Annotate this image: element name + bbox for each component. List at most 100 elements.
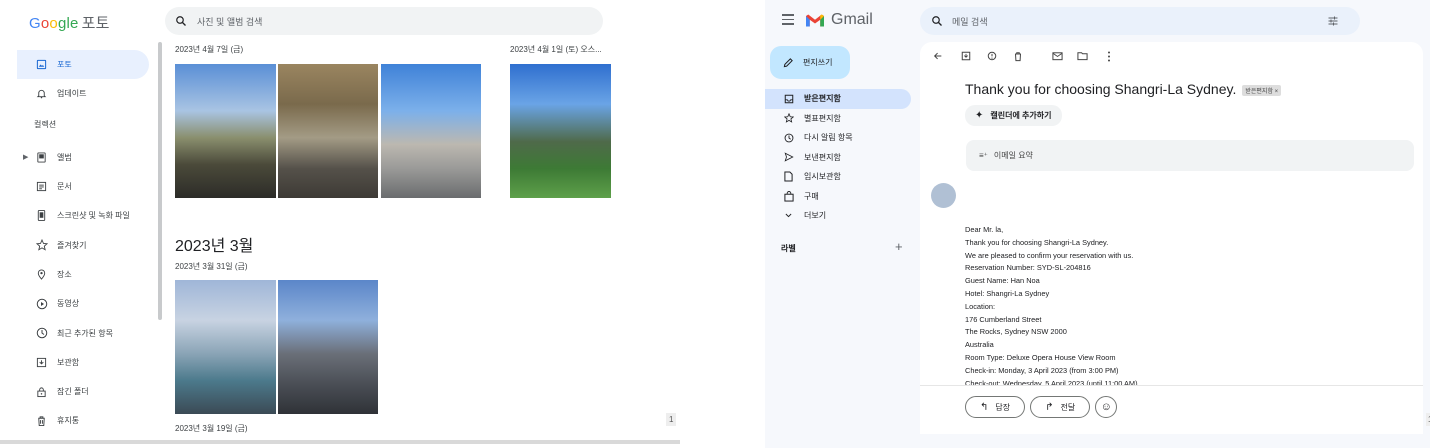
photo-thumbnail[interactable] (381, 64, 481, 198)
archive-icon (35, 356, 48, 369)
sidebar-item-label: 휴지통 (57, 416, 80, 426)
document-icon (35, 180, 48, 193)
sidebar-item-label: 포토 (57, 60, 72, 70)
logo-letter: o (49, 15, 58, 32)
email-body-line: Check-out: Wednesday, 5 April 2023 (unti… (965, 378, 1138, 385)
email-body: Dear Mr. la, Thank you for choosing Shang… (965, 224, 1138, 385)
collections-heading: 컬렉션 (34, 120, 57, 130)
menu-icon[interactable] (782, 14, 794, 28)
gmail-logo-text: Gmail (831, 11, 873, 28)
sidebar-item-label: 구매 (804, 191, 819, 201)
google-photos-logo[interactable]: Google 포토 (29, 12, 110, 33)
sidebar-item-screenshots[interactable]: 스크린샷 및 녹화 파일 (0, 201, 158, 230)
inbox-label-chip[interactable]: 받은편지함 × (1242, 84, 1282, 96)
sidebar-item-label: 임시보관함 (804, 172, 841, 182)
logo-letter: gle (57, 15, 79, 32)
sidebar-item-label: 잠긴 폴더 (57, 387, 89, 397)
gmail-logo[interactable]: Gmail (805, 11, 873, 29)
sidebar-item-archive[interactable]: 보관함 (0, 348, 158, 377)
sidebar-item-label: 보관함 (57, 357, 80, 367)
forward-label: 전달 (1060, 402, 1076, 412)
add-to-calendar-button[interactable]: ✦ 캘린더에 추가하기 (965, 105, 1062, 126)
summarize-email-button[interactable]: ≡⁺ 이메일 요약 (966, 140, 1414, 171)
sidebar-item-documents[interactable]: 문서 (0, 172, 158, 201)
sidebar-item-inbox[interactable]: 받은편지함 (765, 89, 911, 109)
zoom-indicator: 1 (666, 413, 677, 426)
report-spam-icon[interactable] (986, 50, 998, 62)
date-heading: 2023년 3월 31일 (금) (175, 262, 248, 271)
email-body-line: Location: (965, 301, 995, 311)
lock-icon (35, 385, 48, 398)
horizontal-scrollbar[interactable] (0, 440, 680, 444)
sidebar-item-label: 최근 추가된 항목 (57, 328, 113, 338)
reply-button[interactable]: ↰ 답장 (965, 396, 1026, 418)
sidebar-item-label: 장소 (57, 269, 72, 279)
sidebar-item-snoozed[interactable]: 다시 알림 항목 (765, 128, 915, 148)
photos-sidebar: 포토 업데이트 컬렉션 ▶ 앨범 문서 스크린샷 및 녹화 파일 즐겨찾기 장소 (0, 50, 158, 436)
sender-avatar[interactable] (931, 183, 956, 208)
mark-unread-icon[interactable] (1051, 50, 1063, 62)
sidebar-item-videos[interactable]: 동영상 (0, 289, 158, 318)
sidebar-item-sent[interactable]: 보낸편지함 (765, 148, 915, 168)
forward-button[interactable]: ↱ 전달 (1030, 396, 1091, 418)
move-to-icon[interactable] (1076, 50, 1088, 62)
sidebar-item-photos[interactable]: 포토 (17, 50, 149, 80)
sidebar-item-purchases[interactable]: 구매 (765, 187, 915, 207)
sidebar-item-recently-added[interactable]: 최근 추가된 항목 (0, 318, 158, 347)
sidebar-item-label: 다시 알림 항목 (804, 133, 853, 143)
inbox-icon (783, 94, 794, 104)
gmail-sidebar: 받은편지함 별표편지함 다시 알림 항목 보낸편지함 임시보관함 구매 더보기 (765, 89, 915, 226)
archive-icon[interactable] (960, 50, 972, 62)
search-options-icon[interactable] (1327, 15, 1348, 29)
sidebar-item-albums[interactable]: ▶ 앨범 (0, 143, 158, 172)
sidebar-scrollbar[interactable] (158, 42, 162, 320)
sidebar-item-label: 보낸편지함 (804, 152, 841, 162)
sidebar-item-locked-folder[interactable]: 잠긴 폴더 (0, 377, 158, 406)
draft-icon (783, 171, 794, 182)
email-body-line: Australia (965, 340, 994, 350)
purchase-icon (783, 190, 794, 202)
mail-search-bar[interactable]: 메일 검색 (920, 7, 1360, 35)
email-subject: Thank you for choosing Shangri-La Sydney… (965, 81, 1282, 97)
photos-search-bar[interactable]: 사진 및 앨범 검색 (165, 7, 603, 35)
photo-thumbnail[interactable] (278, 64, 378, 198)
video-icon (35, 297, 48, 310)
screenshot-icon (35, 209, 48, 222)
photo-thumbnail[interactable] (175, 64, 276, 198)
forward-icon: ↱ (1045, 401, 1054, 413)
photo-icon (35, 58, 48, 71)
sidebar-item-favorites[interactable]: 즐겨찾기 (0, 230, 158, 259)
star-icon (783, 113, 794, 124)
photo-thumbnail[interactable] (510, 64, 611, 198)
gmail-window: Gmail 메일 검색 편지쓰기 받은편지함 별표편지함 다시 알림 항목 보낸… (765, 0, 1430, 448)
compose-button[interactable]: 편지쓰기 (770, 46, 850, 79)
sidebar-item-updates[interactable]: 업데이트 (0, 79, 158, 108)
album-icon (35, 151, 48, 164)
email-body-line: Room Type: Deluxe Opera House View Room (965, 352, 1116, 362)
divider (920, 385, 1423, 386)
emoji-reaction-icon[interactable]: ☺ (1095, 396, 1118, 418)
gmail-header: Gmail 메일 검색 (765, 0, 1430, 42)
photo-thumbnail[interactable] (175, 280, 276, 414)
sidebar-item-drafts[interactable]: 임시보관함 (765, 167, 915, 187)
search-placeholder: 메일 검색 (952, 16, 988, 27)
photo-thumbnail[interactable] (278, 280, 378, 414)
sidebar-item-trash[interactable]: 휴지통 (0, 406, 158, 435)
back-arrow-icon[interactable] (932, 50, 944, 62)
delete-icon[interactable] (1012, 50, 1024, 62)
trash-icon (35, 414, 48, 427)
search-placeholder: 사진 및 앨범 검색 (197, 16, 263, 27)
sidebar-item-more[interactable]: 더보기 (765, 206, 915, 226)
sidebar-item-label: 앨범 (57, 152, 72, 162)
sidebar-item-places[interactable]: 장소 (0, 260, 158, 289)
more-options-icon[interactable] (1103, 50, 1115, 62)
sidebar-item-starred[interactable]: 별표편지함 (765, 109, 915, 129)
chevron-down-icon (783, 211, 794, 220)
expand-caret-icon[interactable]: ▶ (23, 153, 28, 161)
logo-product-name: 포토 (81, 15, 110, 32)
email-body-line: The Rocks, Sydney NSW 2000 (965, 327, 1067, 337)
pencil-icon (783, 58, 793, 68)
add-label-icon[interactable]: + (895, 239, 903, 254)
email-body-line: Hotel: Shangri-La Sydney (965, 288, 1050, 298)
zoom-indicator: 1 (1426, 413, 1430, 426)
